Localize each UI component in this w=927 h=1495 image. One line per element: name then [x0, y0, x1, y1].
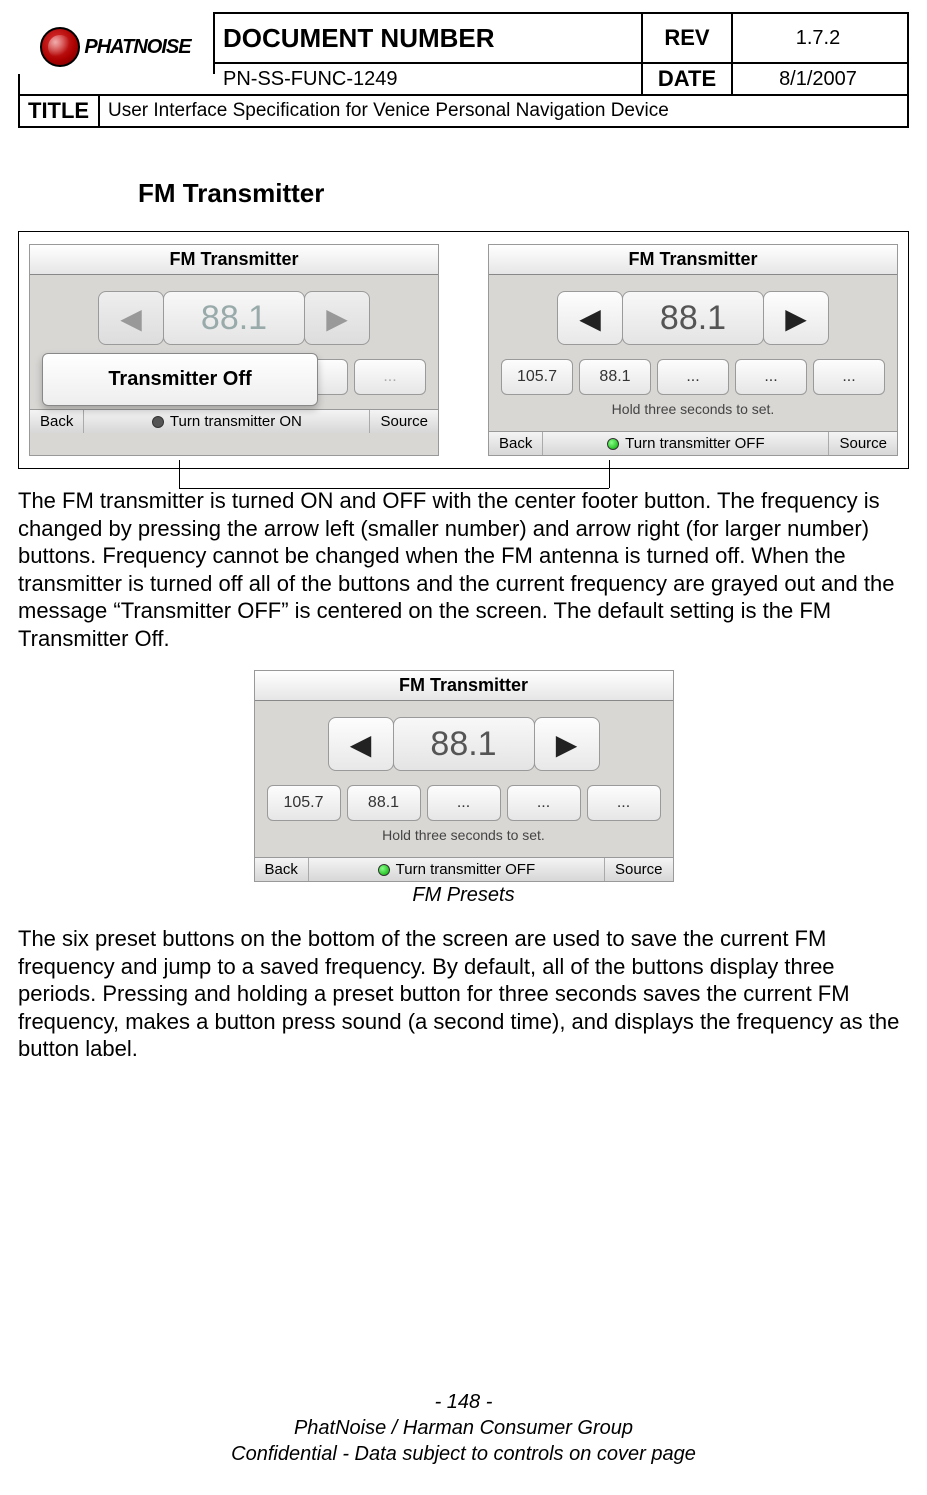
- mock-title: FM Transmitter: [30, 245, 438, 275]
- preset-button[interactable]: ...: [735, 359, 807, 395]
- back-button[interactable]: Back: [489, 432, 543, 455]
- freq-down-button[interactable]: ◀: [328, 717, 394, 771]
- brand-name: PHATNOISE: [84, 36, 190, 59]
- transmitter-off-overlay: Transmitter Off: [42, 353, 318, 406]
- callout-line: [609, 460, 610, 488]
- mock-title: FM Transmitter: [489, 245, 897, 275]
- preset-button[interactable]: ...: [354, 359, 426, 395]
- preset-hint: Hold three seconds to set.: [267, 827, 661, 843]
- back-button[interactable]: Back: [30, 410, 84, 433]
- date-label: DATE: [643, 64, 733, 94]
- paragraph-presets-description: The six preset buttons on the bottom of …: [18, 925, 909, 1063]
- toggle-transmitter-button[interactable]: Turn transmitter OFF: [543, 432, 829, 455]
- preset-button[interactable]: 88.1: [579, 359, 651, 395]
- preset-button[interactable]: ...: [657, 359, 729, 395]
- toggle-transmitter-button[interactable]: Turn transmitter OFF: [309, 858, 605, 881]
- title-label: TITLE: [20, 96, 100, 126]
- freq-display: 88.1: [163, 291, 305, 345]
- preset-button[interactable]: ...: [587, 785, 661, 821]
- logo-icon: [40, 27, 80, 67]
- mockup-fm-presets: FM Transmitter ◀ 88.1 ▶ 105.7 88.1 ... .…: [254, 670, 674, 882]
- callout-line: [179, 488, 609, 489]
- led-off-icon: [152, 416, 164, 428]
- docnum-value: PN-SS-FUNC-1249: [215, 64, 643, 94]
- toggle-label: Turn transmitter OFF: [396, 861, 535, 878]
- freq-down-button[interactable]: ◀: [557, 291, 623, 345]
- page-footer: - 148 - PhatNoise / Harman Consumer Grou…: [0, 1389, 927, 1467]
- preset-button[interactable]: ...: [507, 785, 581, 821]
- title-text: User Interface Specification for Venice …: [100, 96, 907, 126]
- toggle-label: Turn transmitter OFF: [625, 435, 764, 452]
- preset-button[interactable]: 88.1: [347, 785, 421, 821]
- mockup-pair: FM Transmitter ◀ 88.1 ▶ 105.7 88.1 ... .…: [18, 231, 909, 469]
- source-button[interactable]: Source: [829, 432, 897, 455]
- preset-button[interactable]: ...: [427, 785, 501, 821]
- footer-line-3: Confidential - Data subject to controls …: [0, 1441, 927, 1467]
- footer-line-2: PhatNoise / Harman Consumer Group: [0, 1415, 927, 1441]
- led-on-icon: [607, 438, 619, 450]
- freq-display: 88.1: [622, 291, 764, 345]
- mockup-transmitter-on: FM Transmitter ◀ 88.1 ▶ 105.7 88.1 ... .…: [488, 244, 898, 456]
- back-button[interactable]: Back: [255, 858, 309, 881]
- callout-line: [179, 460, 180, 488]
- page-number: - 148 -: [0, 1389, 927, 1415]
- preset-button[interactable]: ...: [813, 359, 885, 395]
- preset-button[interactable]: 105.7: [267, 785, 341, 821]
- rev-label: REV: [643, 14, 733, 62]
- mockup-transmitter-off: FM Transmitter ◀ 88.1 ▶ 105.7 88.1 ... .…: [29, 244, 439, 456]
- freq-up-button[interactable]: ▶: [534, 717, 600, 771]
- source-button[interactable]: Source: [605, 858, 673, 881]
- freq-up-button[interactable]: ▶: [304, 291, 370, 345]
- rev-value: 1.7.2: [733, 14, 903, 62]
- paragraph-fm-description: The FM transmitter is turned ON and OFF …: [18, 487, 909, 652]
- toggle-transmitter-button[interactable]: Turn transmitter ON: [84, 410, 370, 433]
- date-value: 8/1/2007: [733, 64, 903, 94]
- freq-display: 88.1: [393, 717, 535, 771]
- freq-down-button[interactable]: ◀: [98, 291, 164, 345]
- figure-caption: FM Presets: [18, 884, 909, 907]
- toggle-label: Turn transmitter ON: [170, 413, 302, 430]
- preset-hint: Hold three seconds to set.: [501, 401, 885, 417]
- section-heading: FM Transmitter: [138, 178, 909, 209]
- docnum-label: DOCUMENT NUMBER: [215, 14, 643, 62]
- freq-up-button[interactable]: ▶: [763, 291, 829, 345]
- mock-title: FM Transmitter: [255, 671, 673, 701]
- preset-button[interactable]: 105.7: [501, 359, 573, 395]
- led-on-icon: [378, 864, 390, 876]
- brand-logo: PHATNOISE: [18, 12, 213, 82]
- source-button[interactable]: Source: [370, 410, 438, 433]
